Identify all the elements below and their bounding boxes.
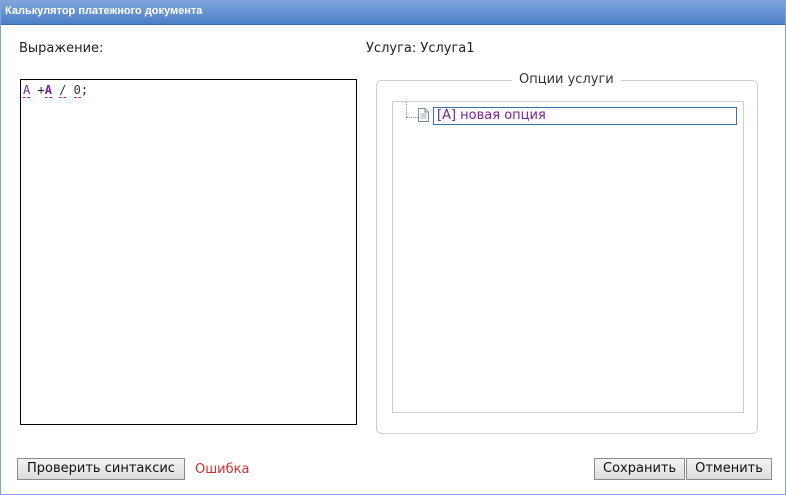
service-info: Услуга: Услуга1 — [366, 41, 475, 56]
expression-label: Выражение: — [19, 41, 104, 56]
document-icon — [418, 108, 429, 122]
service-options-legend: Опции услуги — [512, 72, 621, 87]
service-options-group: Опции услуги [A] новая опция — [376, 72, 758, 434]
expression-variable[interactable]: A — [44, 83, 52, 98]
window-title: Калькулятор платежного документа — [5, 5, 203, 17]
title-bar[interactable]: Калькулятор платежного документа — [1, 1, 785, 25]
options-tree[interactable]: [A] новая опция — [392, 101, 744, 413]
check-syntax-button[interactable]: Проверить синтаксис — [17, 458, 185, 480]
tree-connector — [406, 102, 407, 117]
calculator-window: Калькулятор платежного документа Выражен… — [0, 0, 786, 495]
save-button[interactable]: Сохранить — [594, 458, 685, 480]
status-error-text: Ошибка — [195, 462, 250, 477]
service-value: Услуга1 — [420, 41, 475, 56]
service-label: Услуга: — [366, 41, 417, 56]
cancel-button[interactable]: Отменить — [686, 458, 772, 480]
expression-number: 0 — [73, 83, 81, 98]
tree-connector — [406, 117, 418, 118]
expression-operator: / — [59, 83, 67, 98]
expression-terminator: ; — [80, 83, 89, 97]
expression-editor[interactable]: A +A / 0; — [20, 79, 357, 425]
expression-operator: + — [37, 83, 45, 97]
expression-variable[interactable]: A — [23, 83, 31, 98]
tree-item-option[interactable]: [A] новая опция — [433, 107, 737, 125]
expression-text: A +A / 0; — [23, 83, 89, 98]
